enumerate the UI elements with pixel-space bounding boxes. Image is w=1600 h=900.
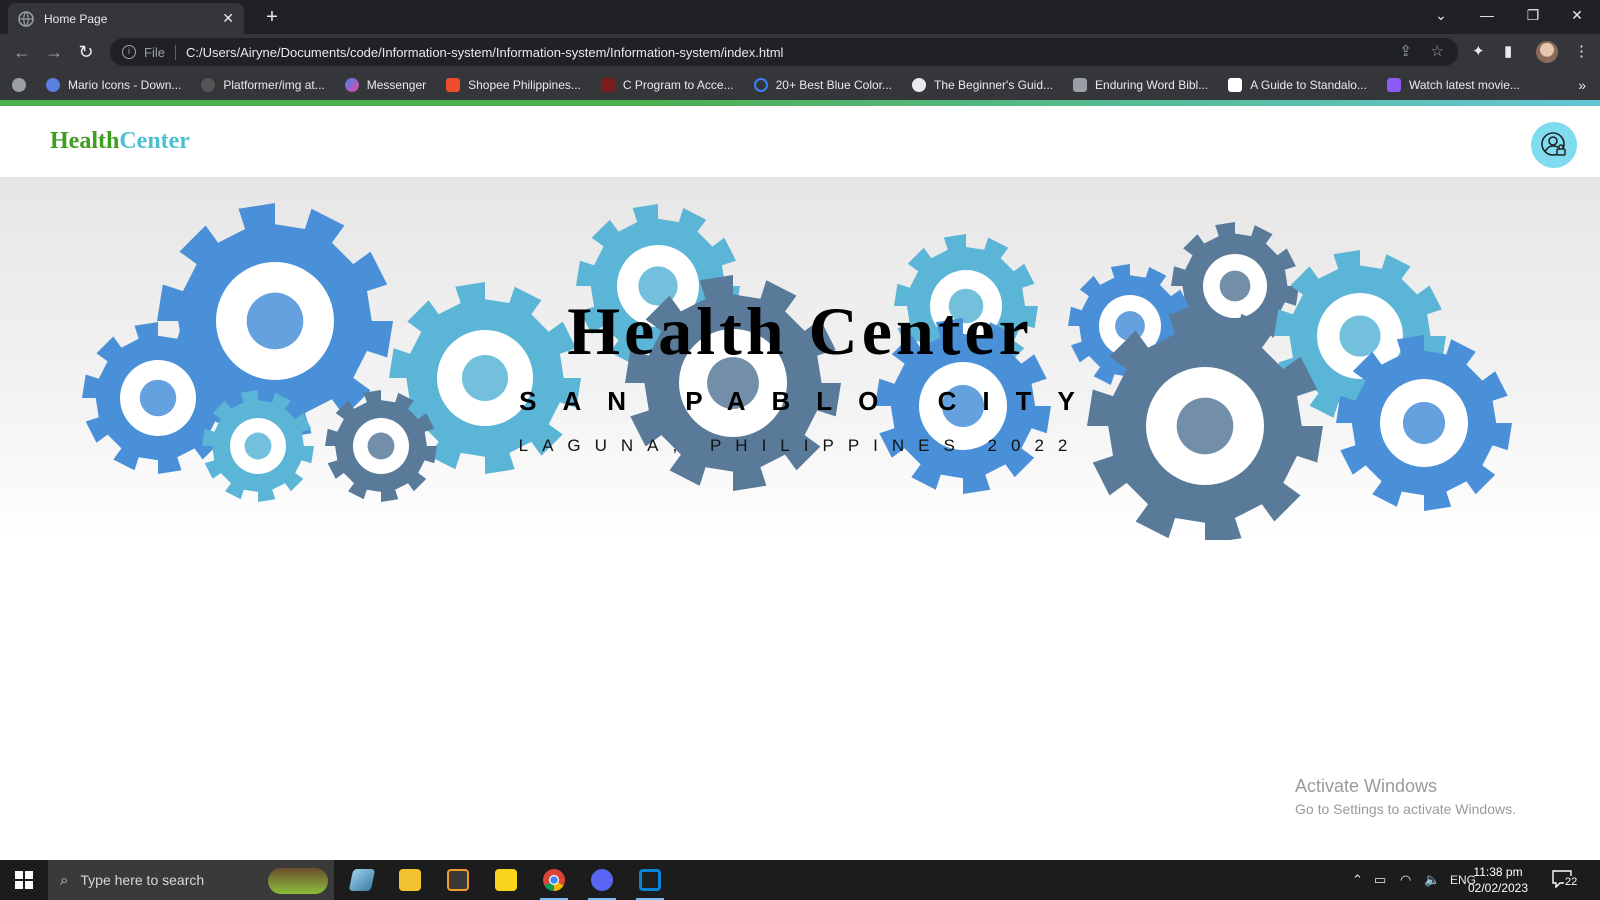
clock-time: 11:38 pm [1473, 865, 1523, 879]
bookmark-favicon-icon [201, 78, 216, 92]
taskbar-clock[interactable]: 11:38 pm 02/02/2023 [1462, 864, 1534, 896]
browser-tab-strip: Home Page ✕ + ⌄ — ❐ ✕ [0, 0, 1600, 34]
bookmark-favicon-icon [753, 78, 768, 92]
bookmark-item[interactable]: 20+ Best Blue Color... [753, 78, 892, 92]
volume-icon[interactable]: 🔈 [1424, 860, 1440, 900]
sublime-text-icon[interactable] [434, 865, 482, 895]
wifi-icon[interactable]: ◠ [1400, 860, 1411, 900]
sticky-notes-icon[interactable] [482, 865, 530, 895]
new-tab-icon[interactable]: + [260, 6, 284, 30]
minimize-icon[interactable]: — [1464, 0, 1510, 30]
address-url: C:/Users/Airyne/Documents/code/Informati… [185, 44, 784, 60]
tab-close-icon[interactable]: ✕ [222, 10, 234, 27]
file-explorer-icon[interactable] [386, 865, 434, 895]
close-window-icon[interactable]: ✕ [1554, 0, 1600, 30]
bookmark-item[interactable]: A Guide to Standalo... [1228, 78, 1367, 92]
apps-icon[interactable] [12, 78, 34, 92]
address-scheme: File [144, 44, 176, 60]
bookmark-item[interactable]: Platformer/img at... [201, 78, 325, 92]
notification-count: 22 [1564, 876, 1579, 888]
bookmark-favicon-icon [1228, 78, 1243, 92]
taskbar-search-box[interactable]: ⌕ Type here to search [48, 860, 334, 900]
bookmark-item[interactable]: Messenger [344, 78, 426, 92]
clock-date: 02/02/2023 [1467, 881, 1529, 895]
battery-icon[interactable]: ▭ [1374, 860, 1386, 900]
bookmark-star-icon[interactable]: ☆ [1431, 38, 1444, 66]
bookmarks-bar: Mario Icons - Down... Platformer/img at.… [0, 70, 1600, 100]
site-logo[interactable]: HealthCenter [50, 128, 190, 155]
bookmark-item[interactable]: Shopee Philippines... [446, 78, 581, 92]
discord-icon[interactable] [578, 865, 626, 900]
bookmark-favicon-icon [344, 78, 359, 92]
chrome-logo-icon [543, 869, 565, 891]
tab-title: Home Page [44, 11, 108, 26]
watermark-title: Activate Windows [1295, 776, 1438, 796]
brand-health: Health [50, 128, 120, 154]
bookmark-favicon-icon [446, 78, 461, 92]
forward-icon[interactable]: → [42, 40, 66, 64]
bookmark-item[interactable]: Enduring Word Bibl... [1073, 78, 1208, 92]
side-panel-icon[interactable]: ▮ [1504, 40, 1512, 64]
browser-toolbar: ← → ↻ i File C:/Users/Airyne/Documents/c… [0, 34, 1600, 70]
site-info-icon[interactable]: i [122, 45, 136, 59]
bookmark-item[interactable]: Mario Icons - Down... [46, 78, 181, 92]
chrome-icon[interactable] [530, 865, 578, 900]
bookmark-item[interactable]: C Program to Acce... [600, 78, 734, 92]
profile-avatar[interactable] [1536, 41, 1558, 63]
bookmark-favicon-icon [1386, 78, 1401, 92]
hero-tagline: LAGUNA, PHILIPPINES 2022 [518, 436, 1082, 455]
windows-taskbar: ⌕ Type here to search ⌃ ▭ ◠ 🔈 ENG 11:38 … [0, 860, 1600, 900]
share-icon[interactable]: ⇪ [1399, 38, 1412, 66]
bookmark-favicon-icon [1073, 78, 1088, 92]
hero-title: Health Center [567, 293, 1033, 369]
user-login-button[interactable] [1531, 122, 1577, 168]
reload-icon[interactable]: ↻ [74, 40, 98, 64]
restore-icon[interactable]: ❐ [1510, 0, 1556, 30]
search-icon: ⌕ [60, 871, 69, 889]
globe-icon [18, 10, 34, 27]
back-icon[interactable]: ← [10, 40, 34, 64]
menu-kebab-icon[interactable]: ⋮ [1574, 40, 1589, 64]
search-highlight-icon [268, 868, 328, 894]
action-center-button[interactable]: 22 [1552, 868, 1580, 892]
activate-windows-watermark: Activate Windows Go to Settings to activ… [1295, 776, 1516, 817]
taskbar-app-notes-icon[interactable] [338, 865, 386, 895]
bookmark-item[interactable]: The Beginner's Guid... [912, 78, 1053, 92]
bookmark-favicon-icon [912, 78, 926, 92]
browser-tab[interactable]: Home Page ✕ [8, 3, 244, 34]
bookmarks-overflow-icon[interactable]: » [1578, 70, 1586, 100]
search-placeholder: Type here to search [80, 872, 205, 888]
start-button[interactable] [0, 860, 48, 900]
extensions-icon[interactable]: ✦ [1472, 40, 1485, 64]
bookmark-favicon-icon [46, 78, 60, 92]
bookmark-favicon-icon [600, 78, 615, 92]
site-navbar: HealthCenter [0, 106, 1600, 178]
bookmark-item[interactable]: Watch latest movie... [1386, 78, 1520, 92]
hero-subtitle: SAN PABLO CITY [519, 386, 1101, 416]
tab-search-icon[interactable]: ⌄ [1418, 0, 1464, 30]
user-lock-icon [1541, 132, 1566, 156]
vscode-icon[interactable] [626, 865, 674, 900]
brand-center: Center [119, 128, 190, 154]
watermark-subtitle: Go to Settings to activate Windows. [1295, 801, 1516, 817]
hero-banner: Health Center SAN PABLO CITY LAGUNA, PHI… [0, 178, 1600, 540]
windows-logo-icon [15, 871, 33, 889]
address-bar[interactable]: i File C:/Users/Airyne/Documents/code/In… [110, 38, 1458, 66]
show-hidden-icons-icon[interactable]: ⌃ [1352, 860, 1363, 900]
